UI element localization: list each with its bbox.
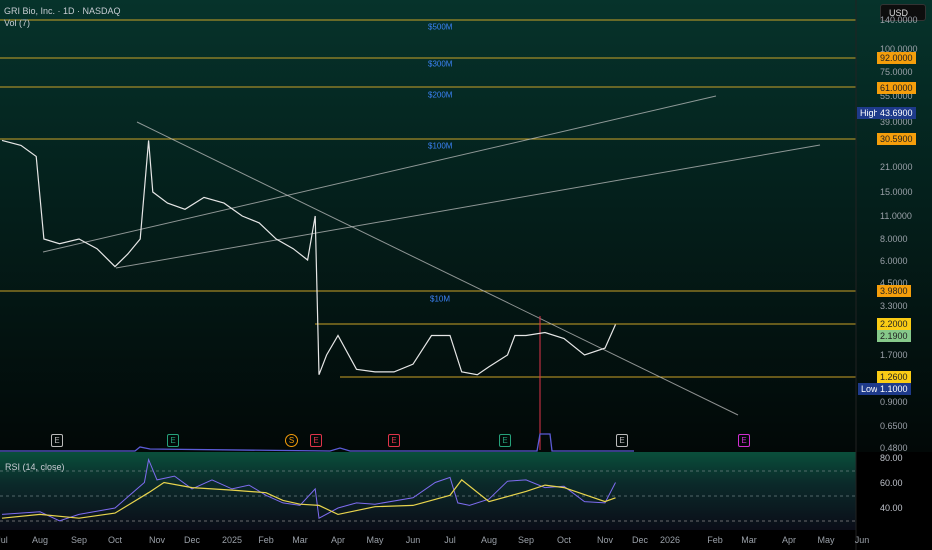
price-tick: 15.0000	[880, 187, 913, 197]
volume-profile-label: $100M	[428, 141, 453, 151]
volume-profile-label: $200M	[428, 90, 453, 100]
time-axis-label: 2026	[659, 535, 681, 545]
level-tag[interactable]: 1.2600	[877, 371, 911, 383]
time-axis-label: Nov	[148, 535, 166, 545]
time-axis-label: Jul	[0, 535, 8, 545]
volume-profile-label: $10M	[430, 294, 451, 304]
earnings-event-icon[interactable]: E	[310, 434, 322, 447]
earnings-event-icon[interactable]: E	[388, 434, 400, 447]
time-axis-label: Jul	[444, 535, 456, 545]
price-tick: 75.0000	[880, 67, 913, 77]
high-value: 43.6900	[877, 107, 916, 119]
earnings-event-icon[interactable]: E	[499, 434, 511, 447]
time-axis-label: Jun	[405, 535, 421, 545]
level-tag[interactable]: 30.5900	[877, 133, 916, 145]
time-axis-label: Aug	[31, 535, 49, 545]
price-tick: 0.9000	[880, 397, 908, 407]
time-axis-label: Mar	[741, 535, 757, 545]
rsi-tick: 60.00	[880, 478, 903, 488]
time-axis-label: Dec	[631, 535, 649, 545]
time-axis-label: Dec	[183, 535, 201, 545]
price-tick: 21.0000	[880, 162, 913, 172]
rsi-indicator-label[interactable]: RSI (14, close)	[5, 462, 65, 472]
price-tick: 11.0000	[880, 211, 912, 221]
earnings-event-icon[interactable]: E	[738, 434, 750, 447]
level-tag[interactable]: 61.0000	[877, 82, 916, 94]
time-axis-label: Jun	[854, 535, 870, 545]
price-tick: 8.0000	[880, 234, 908, 244]
volume-profile-label: $500M	[428, 22, 453, 32]
level-tag[interactable]: 92.0000	[877, 52, 916, 64]
time-axis-label: May	[817, 535, 835, 545]
time-axis-label: Oct	[556, 535, 572, 545]
price-tick: 0.6500	[880, 421, 908, 431]
time-axis-label: Apr	[781, 535, 797, 545]
low-value: 1.1000	[877, 383, 911, 395]
time-axis-label: Aug	[480, 535, 498, 545]
trend-line-upper[interactable]	[42, 95, 717, 253]
rsi-tick: 40.00	[880, 503, 903, 513]
split-event-icon[interactable]: S	[285, 434, 298, 447]
time-axis-label: 2025	[221, 535, 243, 545]
time-axis-label: Sep	[70, 535, 88, 545]
rsi-tick: 80.00	[880, 453, 903, 463]
time-axis-label: Nov	[596, 535, 614, 545]
level-tag[interactable]: 2.2000	[877, 318, 911, 330]
volume-indicator-label[interactable]: Vol (7)	[4, 18, 30, 28]
price-tick: 6.0000	[880, 256, 908, 266]
price-tick: 140.0000	[880, 15, 918, 25]
last-price-tag[interactable]: 2.1900	[877, 330, 911, 342]
level-tag[interactable]: 3.9800	[877, 285, 911, 297]
chart-title[interactable]: GRI Bio, Inc. · 1D · NASDAQ	[4, 6, 121, 16]
time-axis-label: Sep	[517, 535, 535, 545]
volume-profile-label: $300M	[428, 59, 453, 69]
earnings-event-icon[interactable]: E	[167, 434, 179, 447]
price-tick: 0.4800	[880, 443, 908, 453]
time-axis-label: Apr	[330, 535, 346, 545]
price-tick: 3.3000	[880, 301, 908, 311]
time-axis-label: Mar	[292, 535, 308, 545]
time-axis-label: Oct	[107, 535, 123, 545]
time-axis-label: Feb	[707, 535, 723, 545]
chart-canvas	[0, 0, 857, 550]
price-tick: 1.7000	[880, 350, 908, 360]
earnings-event-icon[interactable]: E	[51, 434, 63, 447]
rsi-line	[1, 457, 616, 522]
price-series	[1, 139, 617, 376]
trend-line-descending[interactable]	[136, 121, 739, 416]
earnings-event-icon[interactable]: E	[616, 434, 628, 447]
time-axis-label: May	[366, 535, 384, 545]
rsi-ma-line	[1, 479, 616, 519]
time-axis-label: Feb	[258, 535, 274, 545]
